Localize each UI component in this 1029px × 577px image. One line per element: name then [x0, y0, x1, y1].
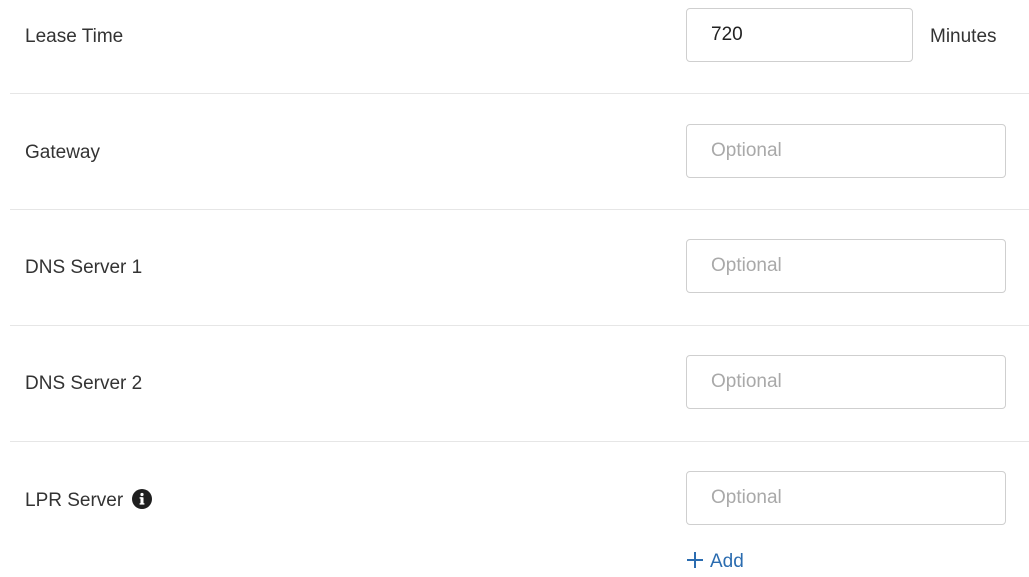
divider: [10, 441, 1029, 442]
add-link-label: Add: [710, 551, 744, 572]
plus-icon: [687, 552, 703, 568]
divider: [10, 209, 1029, 210]
dns-server-2-input[interactable]: [686, 355, 1006, 409]
gateway-label: Gateway: [25, 142, 100, 163]
lease-time-unit: Minutes: [930, 26, 997, 47]
divider: [10, 93, 1029, 94]
lpr-server-label: LPR Server: [25, 490, 124, 511]
info-circle-icon[interactable]: [132, 489, 153, 509]
lpr-server-input[interactable]: [686, 471, 1006, 525]
dns-server-1-input[interactable]: [686, 239, 1006, 293]
dhcp-settings-form: Lease Time Minutes Gateway DNS Server 1 …: [0, 0, 1029, 577]
lpr-server-label-group: LPR Server: [25, 489, 153, 512]
gateway-input[interactable]: [686, 124, 1006, 178]
dns-server-1-label: DNS Server 1: [25, 257, 143, 278]
lease-time-label: Lease Time: [25, 26, 124, 47]
lease-time-input[interactable]: [686, 8, 913, 62]
add-lpr-server-button[interactable]: Add: [686, 550, 744, 574]
divider: [10, 325, 1029, 326]
dns-server-2-label: DNS Server 2: [25, 373, 143, 394]
